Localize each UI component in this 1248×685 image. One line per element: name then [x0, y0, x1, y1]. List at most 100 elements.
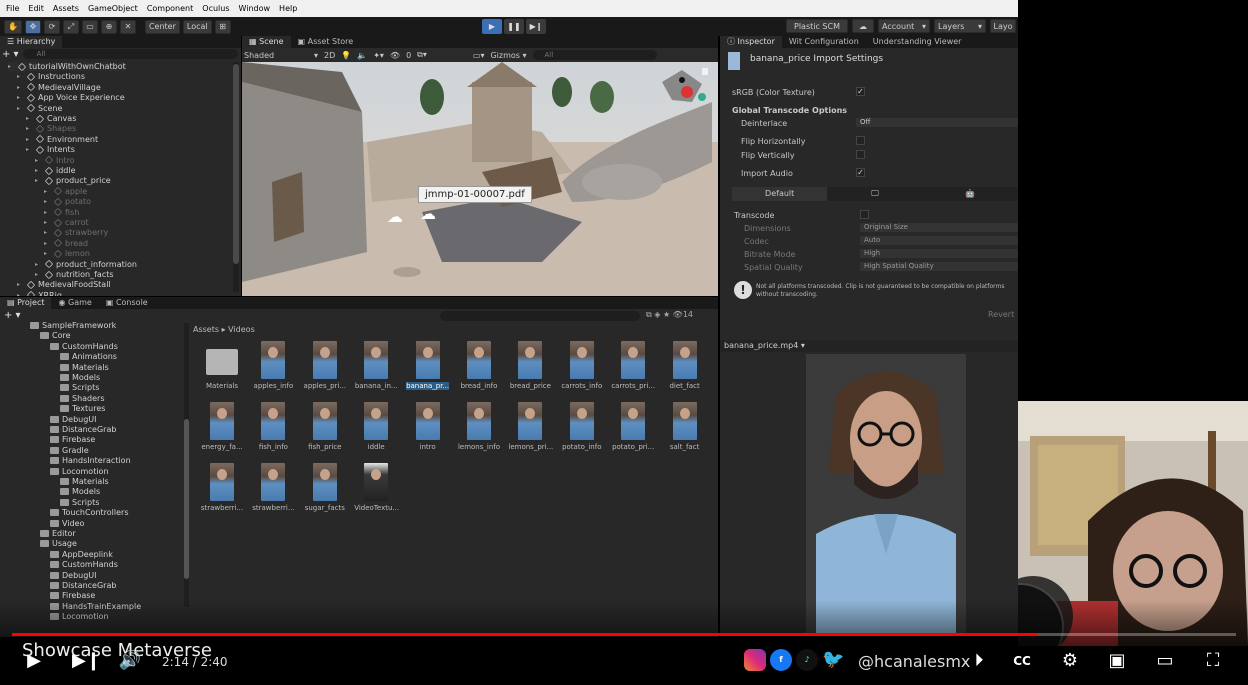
- project-add-icon[interactable]: + ▾: [4, 310, 21, 321]
- menu-item-window[interactable]: Window: [239, 4, 271, 13]
- asset-item[interactable]: strawberri...: [200, 463, 244, 512]
- lighting-icon[interactable]: 💡: [341, 51, 351, 60]
- hierarchy-item[interactable]: ▸ lemon: [44, 249, 90, 258]
- hierarchy-item[interactable]: ▸ potato: [44, 197, 91, 206]
- codec-dropdown[interactable]: Auto: [860, 236, 1018, 245]
- deinterlace-dropdown[interactable]: Off: [856, 118, 1018, 127]
- tab-scene[interactable]: ▦ Scene: [242, 36, 291, 48]
- play-button-icon[interactable]: ▶: [22, 651, 46, 671]
- asset-item[interactable]: iddle: [354, 402, 398, 451]
- expand-arrow-icon[interactable]: ▸: [35, 177, 42, 184]
- menu-item-edit[interactable]: Edit: [28, 4, 44, 13]
- dimensions-dropdown[interactable]: Original Size: [860, 223, 1018, 232]
- folder-tree-item[interactable]: Models: [60, 373, 100, 382]
- tab-game[interactable]: ◉ Game: [51, 297, 98, 309]
- expand-arrow-icon[interactable]: ▸: [44, 188, 51, 195]
- expand-arrow-icon[interactable]: ▸: [26, 136, 33, 143]
- platform-default-tab[interactable]: Default: [732, 187, 828, 201]
- expand-arrow-icon[interactable]: ▸: [35, 261, 42, 268]
- menu-item-file[interactable]: File: [6, 4, 19, 13]
- hierarchy-search-input[interactable]: All: [22, 49, 238, 59]
- folder-tree-item[interactable]: HandsInteraction: [50, 456, 131, 465]
- asset-item[interactable]: strawberri...: [251, 463, 295, 512]
- visibility-icon[interactable]: 👁: [390, 51, 400, 60]
- miniplayer-icon[interactable]: ▣: [1104, 651, 1130, 671]
- expand-arrow-icon[interactable]: ▸: [17, 281, 24, 288]
- gizmos-dropdown[interactable]: Gizmos ▾: [490, 51, 526, 60]
- asset-item[interactable]: energy_fa...: [200, 402, 244, 451]
- add-icon[interactable]: + ▾: [2, 49, 19, 60]
- preview-header[interactable]: banana_price.mp4 ▾: [720, 340, 1018, 352]
- asset-item[interactable]: potato_pri...: [611, 402, 655, 451]
- asset-item[interactable]: diet_fact: [663, 341, 707, 390]
- hierarchy-item[interactable]: ▸ fish: [44, 208, 79, 217]
- hierarchy-item[interactable]: ▸ strawberry: [44, 228, 108, 237]
- hierarchy-item[interactable]: ▸ Intents: [26, 145, 75, 154]
- rect-tool-icon[interactable]: ▭: [81, 19, 98, 34]
- hierarchy-item[interactable]: ▸ apple: [44, 187, 87, 196]
- rotate-tool-icon[interactable]: ⟳: [43, 19, 60, 34]
- spatial-quality-dropdown[interactable]: High Spatial Quality: [860, 262, 1018, 271]
- effects-icon[interactable]: ✦▾: [373, 51, 384, 60]
- pause-icon[interactable]: ❚❚: [504, 19, 524, 34]
- revert-button[interactable]: Revert: [988, 310, 1014, 319]
- folder-tree-item[interactable]: Usage: [40, 539, 77, 548]
- asset-item[interactable]: fish_info: [251, 402, 295, 451]
- project-filter-icons[interactable]: ⧉ ◈ ★ 👁14: [646, 310, 693, 320]
- flip-vertical-checkbox[interactable]: [856, 150, 865, 159]
- folder-tree-item[interactable]: DebugUI: [50, 571, 97, 580]
- hierarchy-item[interactable]: ▸ Instructions: [17, 72, 85, 81]
- expand-arrow-icon[interactable]: ▸: [17, 84, 24, 91]
- tab-inspector[interactable]: ⓘ Inspector: [720, 36, 782, 48]
- flip-horizontal-checkbox[interactable]: [856, 136, 865, 145]
- 2d-toggle[interactable]: 2D: [324, 51, 335, 60]
- expand-arrow-icon[interactable]: ▸: [44, 198, 51, 205]
- expand-arrow-icon[interactable]: ▸: [35, 167, 42, 174]
- expand-arrow-icon[interactable]: ▸: [17, 292, 24, 296]
- folder-tree-item[interactable]: Gradle: [50, 446, 89, 455]
- asset-item[interactable]: carrots_pri...: [611, 341, 655, 390]
- expand-arrow-icon[interactable]: ▸: [44, 209, 51, 216]
- autoplay-toggle-icon[interactable]: ⏵: [964, 651, 994, 671]
- asset-item[interactable]: VideoTextu...: [354, 463, 399, 512]
- hierarchy-item[interactable]: ▸ Scene: [17, 104, 62, 113]
- hierarchy-item[interactable]: ▸ product_price: [35, 176, 111, 185]
- asset-item[interactable]: sugar_facts: [303, 463, 347, 512]
- folder-tree-item[interactable]: Video: [50, 519, 84, 528]
- folder-tree-item[interactable]: AppDeeplink: [50, 550, 113, 559]
- move-tool-icon[interactable]: ✥: [24, 19, 41, 34]
- expand-arrow-icon[interactable]: ▸: [17, 73, 24, 80]
- expand-arrow-icon[interactable]: ▸: [44, 229, 51, 236]
- volume-icon[interactable]: 🔊: [118, 651, 142, 671]
- asset-item[interactable]: Materials: [200, 341, 244, 390]
- hierarchy-item[interactable]: ▸ Environment: [26, 135, 98, 144]
- folder-tree-item[interactable]: Firebase: [50, 435, 95, 444]
- folder-tree-item[interactable]: CustomHands: [50, 560, 118, 569]
- folder-tree-item[interactable]: DistanceGrab: [50, 581, 116, 590]
- hierarchy-item[interactable]: ▸ Intro: [35, 156, 75, 165]
- transcode-checkbox[interactable]: [860, 210, 869, 219]
- hand-tool-icon[interactable]: ✋: [4, 19, 22, 34]
- asset-item[interactable]: banana_in...: [354, 341, 398, 390]
- import-audio-checkbox[interactable]: ✓: [856, 168, 865, 177]
- hierarchy-item[interactable]: ▸ XRRig: [17, 291, 62, 296]
- folder-tree-item[interactable]: Textures: [60, 404, 105, 413]
- asset-item[interactable]: intro: [406, 402, 450, 451]
- hierarchy-scrollbar[interactable]: [233, 62, 239, 292]
- breadcrumb-assets[interactable]: Assets: [193, 325, 219, 334]
- hierarchy-item[interactable]: ▸ MedievalVillage: [17, 83, 101, 92]
- account-dropdown[interactable]: Account ▾: [878, 19, 930, 33]
- layers-dropdown[interactable]: Layers ▾: [934, 19, 986, 33]
- asset-item[interactable]: fish_price: [303, 402, 347, 451]
- asset-item[interactable]: potato_info: [560, 402, 604, 451]
- asset-item[interactable]: salt_fact: [663, 402, 707, 451]
- expand-arrow-icon[interactable]: ▸: [44, 250, 51, 257]
- expand-arrow-icon[interactable]: ▸: [17, 105, 24, 112]
- pivot-local-button[interactable]: Local: [182, 19, 212, 34]
- folder-tree-item[interactable]: DebugUI: [50, 415, 97, 424]
- folder-tree-item[interactable]: SampleFramework: [30, 321, 116, 330]
- asset-item[interactable]: lemons_info: [457, 402, 501, 451]
- expand-arrow-icon[interactable]: ▸: [17, 94, 24, 101]
- tab-understanding-viewer[interactable]: Understanding Viewer: [866, 36, 969, 48]
- folder-tree-item[interactable]: Editor: [40, 529, 76, 538]
